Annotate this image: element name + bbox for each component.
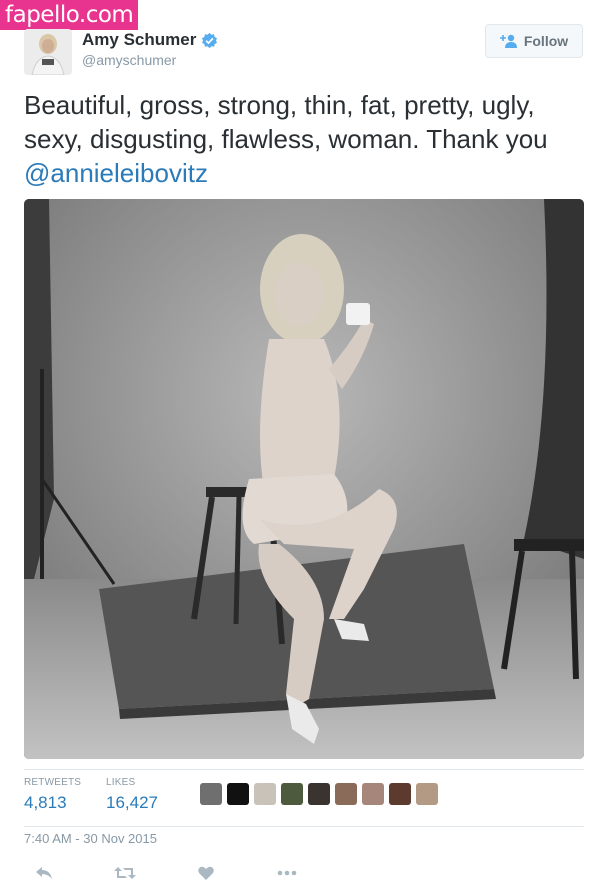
mention-link[interactable]: @annieleibovitz xyxy=(24,158,208,188)
liker-avatar[interactable] xyxy=(416,783,438,805)
tweet-actions xyxy=(24,861,348,885)
follow-label: Follow xyxy=(523,33,569,49)
liker-avatar[interactable] xyxy=(308,783,330,805)
likes-stat[interactable]: LIKES 16,427 xyxy=(106,777,158,813)
verified-badge-icon xyxy=(202,32,218,48)
liker-avatar[interactable] xyxy=(335,783,357,805)
follow-button[interactable]: Follow xyxy=(485,24,583,58)
avatar[interactable] xyxy=(24,29,72,75)
retweet-icon xyxy=(114,867,136,879)
author-handle[interactable]: @amyschumer xyxy=(82,52,176,68)
tweet-photo[interactable] xyxy=(24,199,584,759)
reply-button[interactable] xyxy=(24,861,64,885)
tweet-text: Beautiful, gross, strong, thin, fat, pre… xyxy=(24,88,594,190)
liker-avatar[interactable] xyxy=(362,783,384,805)
author-name[interactable]: Amy Schumer xyxy=(82,30,196,50)
liker-avatar[interactable] xyxy=(227,783,249,805)
retweets-stat[interactable]: RETWEETS 4,813 xyxy=(24,777,81,813)
tweet-timestamp[interactable]: 7:40 AM - 30 Nov 2015 xyxy=(24,831,157,846)
liker-avatar[interactable] xyxy=(389,783,411,805)
more-button[interactable] xyxy=(267,861,307,885)
likes-count: 16,427 xyxy=(106,793,158,812)
like-button[interactable] xyxy=(186,861,226,885)
author-name-row: Amy Schumer xyxy=(82,30,218,50)
reply-icon xyxy=(36,867,52,879)
retweets-label: RETWEETS xyxy=(24,777,82,788)
tweet-body: Beautiful, gross, strong, thin, fat, pre… xyxy=(24,90,548,154)
tweet-stats: RETWEETS 4,813 LIKES 16,427 xyxy=(24,769,584,827)
photo-illustration xyxy=(24,199,584,759)
liker-avatar[interactable] xyxy=(254,783,276,805)
add-user-icon xyxy=(499,34,517,48)
like-icon xyxy=(198,866,214,880)
likes-label: LIKES xyxy=(106,777,136,788)
more-icon xyxy=(277,870,297,876)
liker-avatar[interactable] xyxy=(281,783,303,805)
liker-avatars xyxy=(200,783,443,805)
retweet-button[interactable] xyxy=(105,861,145,885)
retweets-count: 4,813 xyxy=(24,793,67,812)
liker-avatar[interactable] xyxy=(200,783,222,805)
watermark-logo: fapello.com xyxy=(0,0,139,30)
